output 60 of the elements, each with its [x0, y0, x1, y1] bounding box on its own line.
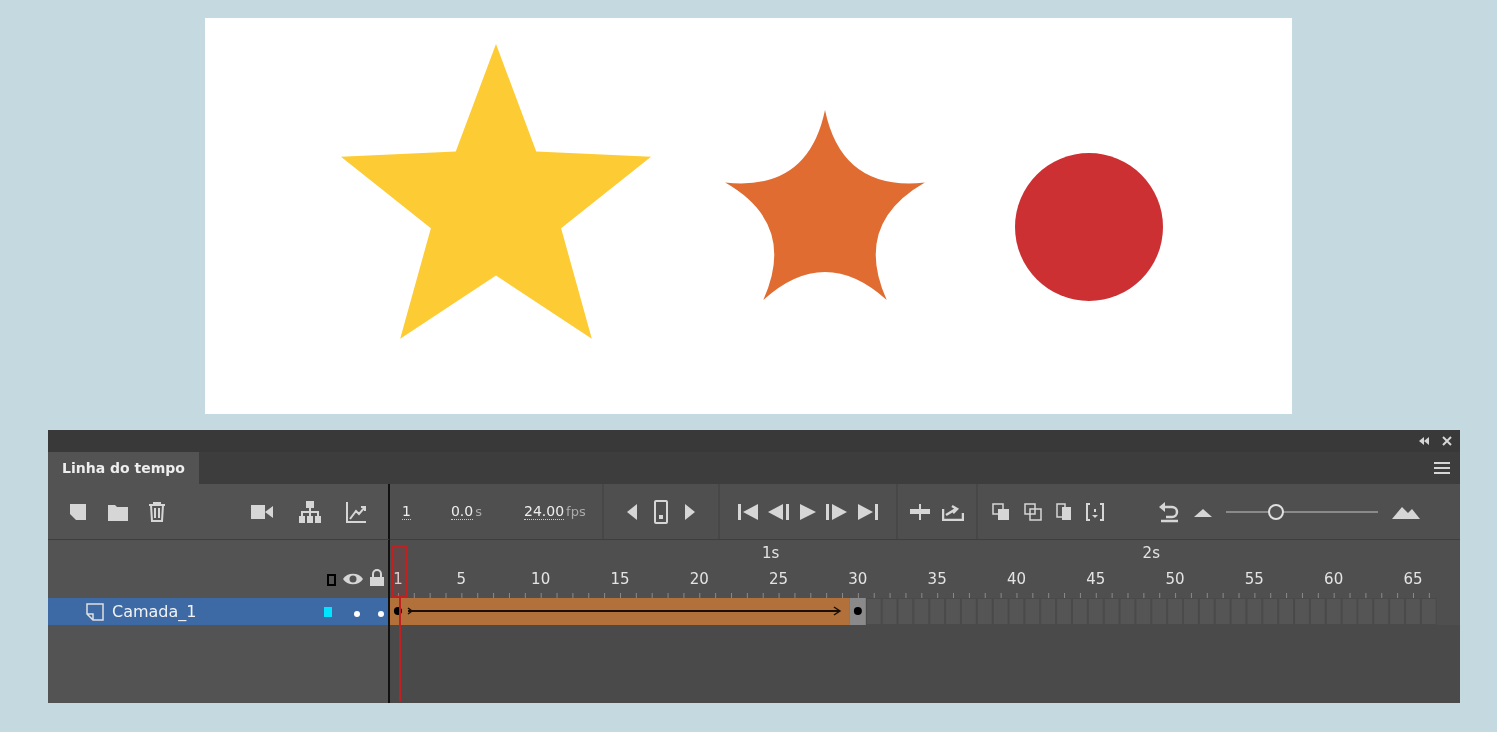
- trash-icon[interactable]: [148, 501, 166, 522]
- zoom-slider[interactable]: [1225, 502, 1378, 521]
- step-forward-icon[interactable]: [825, 503, 848, 520]
- slider-thumb[interactable]: [1267, 503, 1284, 520]
- time-unit: s: [475, 504, 482, 519]
- layer-outline-color[interactable]: [324, 606, 332, 617]
- step-back-icon[interactable]: [767, 503, 790, 520]
- eye-icon[interactable]: [342, 572, 364, 586]
- frame-number: 1: [393, 570, 403, 588]
- onion-skin-icon[interactable]: [991, 502, 1010, 521]
- last-frame-icon[interactable]: [857, 503, 878, 520]
- close-icon[interactable]: [1442, 436, 1452, 446]
- graph-icon[interactable]: [345, 500, 367, 523]
- large-mountain-icon[interactable]: [1391, 504, 1420, 519]
- folder-icon[interactable]: [108, 502, 128, 521]
- frame-number: 15: [610, 570, 630, 588]
- frame-number: 25: [769, 570, 789, 588]
- frame-number: 55: [1244, 570, 1264, 588]
- next-icon[interactable]: [683, 502, 696, 521]
- onion-outline-icon[interactable]: [1023, 502, 1042, 521]
- frame-number: 35: [927, 570, 947, 588]
- new-layer-icon[interactable]: [68, 501, 88, 522]
- previous-icon[interactable]: [625, 502, 638, 521]
- motion-tween-span[interactable]: [390, 598, 850, 625]
- visible-dot-icon[interactable]: [354, 611, 360, 617]
- loop-icon[interactable]: [1157, 500, 1180, 523]
- frame-markers-icon[interactable]: [1085, 502, 1104, 521]
- edit-frames-icon[interactable]: [1055, 502, 1072, 521]
- lock-icon[interactable]: [370, 569, 384, 586]
- center-frame-icon[interactable]: [909, 503, 930, 520]
- frame-number: 50: [1165, 570, 1185, 588]
- frame-number: 65: [1403, 570, 1423, 588]
- unlocked-dot-icon[interactable]: [378, 611, 384, 617]
- frame-number: 20: [689, 570, 709, 588]
- outline-toggle-icon[interactable]: [327, 574, 336, 586]
- layer-name: Camada_1: [112, 602, 198, 621]
- seconds-marker: 1s: [761, 544, 780, 562]
- play-icon[interactable]: [799, 503, 816, 520]
- frame-number: 5: [456, 570, 467, 588]
- first-frame-icon[interactable]: [737, 503, 758, 520]
- time-field[interactable]: 0.0: [450, 503, 474, 520]
- current-frame-field[interactable]: 1: [402, 503, 411, 520]
- device-icon[interactable]: [653, 499, 668, 524]
- frame-number: 60: [1324, 570, 1344, 588]
- seconds-marker: 2s: [1142, 544, 1160, 562]
- collapse-icon[interactable]: [1418, 436, 1430, 446]
- layer-row[interactable]: Camada_1: [48, 598, 390, 625]
- layer-icon[interactable]: [86, 602, 104, 621]
- frame-rate-field[interactable]: 24.00: [523, 503, 565, 520]
- frame-number: 45: [1086, 570, 1106, 588]
- timeline-tab[interactable]: Linha do tempo: [48, 452, 199, 484]
- frame-rate-unit: fps: [566, 504, 586, 519]
- hierarchy-icon[interactable]: [299, 500, 321, 523]
- menu-icon[interactable]: [1434, 461, 1450, 474]
- frame-number: 40: [1006, 570, 1026, 588]
- frame-number: 10: [531, 570, 551, 588]
- export-icon[interactable]: [941, 502, 964, 521]
- small-mountain-icon[interactable]: [1193, 506, 1212, 517]
- camera-icon[interactable]: [251, 503, 273, 520]
- frame-number: 30: [848, 570, 868, 588]
